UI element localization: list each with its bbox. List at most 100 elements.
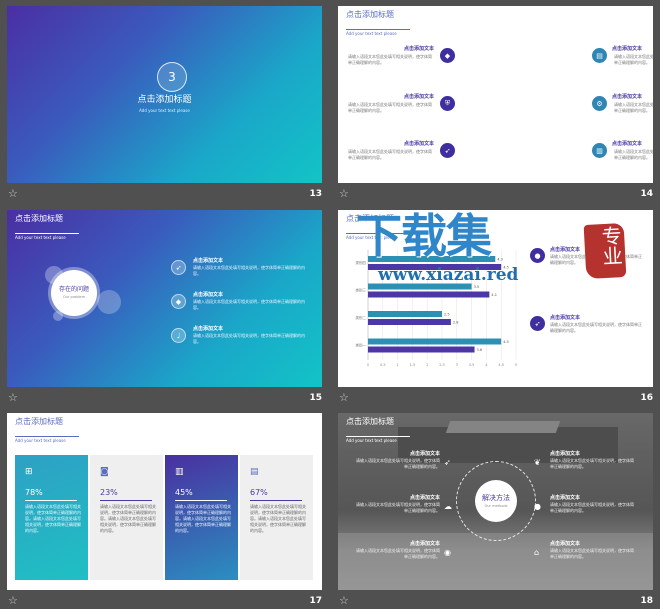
slide-number: 18 — [640, 596, 653, 606]
data-label: 4.5 — [503, 340, 509, 344]
slide-transition-icon[interactable]: ☆ — [8, 594, 18, 608]
method-title: 点击添加文本 — [550, 451, 581, 457]
x-tick-label: 3.5 — [469, 363, 475, 367]
method-item[interactable]: 点击添加文本 请输入语段文本您此处填写相关说明，使字体简单正确理解的内容。 ☁ — [356, 495, 460, 521]
feature-block[interactable]: 点击添加文本 请输入语段文本您此处填写相关说明，使字体简单正确理解的内容。 ◆ — [346, 46, 486, 76]
category-label: 类别一 — [356, 342, 367, 347]
item-title: 点击添加文本 — [193, 292, 224, 298]
stat-card[interactable]: ▤ 67% 请输入语段文本您此处填写相关说明，使字体简单正确理解的内容。请输入语段文… — [240, 455, 313, 580]
center-subtitle: Our methods — [484, 504, 508, 508]
stat-text: 请输入语段文本您此处填写相关说明，使字体简单正确理解的内容。请输入语段文本您此处… — [250, 504, 306, 533]
bar — [368, 319, 451, 325]
slide-title: 点击添加标题 — [137, 95, 192, 105]
feature-title: 点击添加文本 — [612, 94, 643, 100]
header-title: 点击添加标题 — [346, 417, 394, 426]
stat-card[interactable]: ▥ 45% 请输入语段文本您此处填写相关说明，使字体简单正确理解的内容。请输入语段文… — [165, 455, 238, 580]
x-tick-label: 1.5 — [410, 363, 416, 367]
feature-block[interactable]: 点击添加文本 请输入语段文本您此处填写相关说明，使字体简单正确理解的内容。 ➶ — [346, 141, 486, 171]
slide-transition-icon[interactable]: ☆ — [339, 187, 349, 201]
divider — [250, 500, 302, 501]
feature-block[interactable]: 点击添加文本请输入语段文本您此处填写相关说明，使字体简单正确理解的内容。 ▥ — [502, 141, 653, 171]
slide-transition-icon[interactable]: ☆ — [8, 391, 18, 405]
slide-14[interactable]: 点击添加标题 Add your text text please 点击添加文本请… — [338, 6, 653, 183]
slide-17[interactable]: 点击添加标题 Add your text text please ⊞ 78% 请输入… — [7, 413, 322, 590]
note-title: 点击添加文本 — [550, 315, 581, 321]
method-title: 点击添加文本 — [409, 541, 440, 547]
header-subtitle: Add your text text please — [346, 29, 410, 37]
watermark-url: www.xiazai.red — [378, 265, 519, 285]
item-text: 请输入语段文本您此处填写相关说明，使字体简单正确理解的内容。 — [193, 265, 305, 276]
method-item[interactable]: 点击添加文本 请输入语段文本您此处填写相关说明，使字体简单正确理解的内容。 ◉ — [356, 541, 460, 567]
stat-text: 请输入语段文本您此处填写相关说明，使字体简单正确理解的内容。请输入语段文本您此处… — [100, 504, 156, 533]
tag-icon: ◆ — [171, 294, 186, 309]
stat-text: 请输入语段文本您此处填写相关说明，使字体简单正确理解的内容。请输入语段文本您此处… — [25, 504, 81, 533]
document-icon: ▤ — [250, 467, 259, 477]
method-text: 请输入语段文本您此处填写相关说明，使字体简单正确理解的内容。 — [550, 458, 634, 469]
divider — [175, 500, 227, 501]
method-text: 请输入语段文本您此处填写相关说明，使字体简单正确理解的内容。 — [550, 502, 634, 513]
header-title: 点击添加标题 — [15, 214, 63, 223]
note-title: 点击添加文本 — [550, 247, 581, 253]
feature-block[interactable]: 点击添加文本请输入语段文本您此处填写相关说明，使字体简单正确理解的内容。 ⚙ — [502, 94, 653, 124]
category-label: 类别三 — [356, 287, 367, 292]
problem-item[interactable]: ♩ 点击添加文本 请输入语段文本您此处填写相关说明，使字体简单正确理解的内容。 — [171, 324, 311, 354]
method-item[interactable]: 点击添加文本 请输入语段文本您此处填写相关说明，使字体简单正确理解的内容。 ➶ — [356, 451, 460, 477]
category-label: 类别二 — [356, 315, 367, 320]
slide-number: 17 — [309, 596, 322, 606]
feature-title: 点击添加文本 — [612, 141, 643, 147]
feature-title: 点击添加文本 — [403, 94, 434, 100]
problem-circle: 存在的问题 Our problem — [51, 270, 97, 316]
header-title: 点击添加标题 — [15, 417, 63, 426]
stat-percent: 45% — [175, 488, 193, 497]
circle-subtitle: Our problem — [62, 295, 85, 299]
bar-chart-icon: ▥ — [175, 467, 184, 477]
slide-16[interactable]: 点击添加标题 Add your text text please 0 0.5 1 1.… — [338, 210, 653, 387]
section-number: 3 — [157, 62, 187, 92]
x-tick-label: 2.5 — [439, 363, 445, 367]
stat-text: 请输入语段文本您此处填写相关说明，使字体简单正确理解的内容。请输入语段文本您此处… — [175, 504, 231, 533]
divider — [100, 500, 152, 501]
slide-transition-icon[interactable]: ☆ — [339, 391, 349, 405]
feature-text: 请输入语段文本您此处填写相关说明，使字体简单正确理解的内容。 — [614, 149, 653, 160]
slide-header: 点击添加标题 Add your text text please — [346, 417, 410, 446]
method-center: 解决方法 Our methods — [475, 480, 517, 522]
method-item[interactable]: 点击添加文本 请输入语段文本您此处填写相关说明，使字体简单正确理解的内容。 ● — [534, 495, 638, 521]
camera-icon: ◙ — [100, 467, 109, 477]
watermark-text: 下载集 — [356, 210, 492, 263]
chart-note[interactable]: ➶ 点击添加文本 请输入语段文本您此处填写相关说明，使字体简单正确理解的内容。 — [530, 314, 650, 342]
problem-item[interactable]: ➶ 点击添加文本 请输入语段文本您此处填写相关说明，使字体简单正确理解的内容。 — [171, 256, 311, 286]
problem-item[interactable]: ◆ 点击添加文本 请输入语段文本您此处填写相关说明，使字体简单正确理解的内容。 — [171, 290, 311, 320]
slide-subtitle: Add your text text please — [139, 108, 190, 113]
data-label: 4.3 — [497, 258, 503, 262]
leaf-icon: ❦ — [534, 458, 541, 467]
method-title: 点击添加文本 — [550, 541, 581, 547]
circle-title: 存在的问题 — [58, 286, 89, 293]
header-subtitle: Add your text text please — [346, 436, 410, 444]
slide-13[interactable]: 3 点击添加标题 Add your text text please — [7, 6, 322, 183]
slide-18[interactable]: 点击添加标题 Add your text text please 解决方法 Ou… — [338, 413, 653, 590]
slide-15[interactable]: 点击添加标题 Add your text text please 存在的问题 O… — [7, 210, 322, 387]
x-tick-label: 4.5 — [498, 363, 504, 367]
stat-percent: 23% — [100, 488, 118, 497]
stat-card[interactable]: ◙ 23% 请输入语段文本您此处填写相关说明，使字体简单正确理解的内容。请输入语段文… — [90, 455, 163, 580]
feature-text: 请输入语段文本您此处填写相关说明，使字体简单正确理解的内容。 — [348, 149, 432, 160]
eye-icon: ◉ — [444, 548, 451, 557]
slide-transition-icon[interactable]: ☆ — [339, 594, 349, 608]
x-tick-label: 4 — [485, 363, 488, 367]
method-title: 点击添加文本 — [409, 495, 440, 501]
rocket-icon: ➶ — [444, 458, 451, 467]
method-item[interactable]: 点击添加文本 请输入语段文本您此处填写相关说明，使字体简单正确理解的内容。 ❦ — [534, 451, 638, 477]
method-item[interactable]: 点击添加文本 请输入语段文本您此处填写相关说明，使字体简单正确理解的内容。 ⌂ — [534, 541, 638, 567]
watermark-seal-text: 专业 — [597, 225, 624, 267]
x-tick-label: 3 — [456, 363, 458, 367]
center-title: 解决方法 — [482, 494, 510, 502]
stat-card[interactable]: ⊞ 78% 请输入语段文本您此处填写相关说明，使字体简单正确理解的内容。请输入语段文… — [15, 455, 88, 580]
feature-block[interactable]: 点击添加文本 请输入语段文本您此处填写相关说明，使字体简单正确理解的内容。 ⛨ — [346, 94, 486, 124]
item-title: 点击添加文本 — [193, 326, 224, 332]
feature-title: 点击添加文本 — [403, 141, 434, 147]
slide-transition-icon[interactable]: ☆ — [8, 187, 18, 201]
bar — [368, 291, 490, 298]
bar — [368, 338, 502, 345]
item-text: 请输入语段文本您此处填写相关说明，使字体简单正确理解的内容。 — [193, 333, 305, 344]
feature-block[interactable]: 点击添加文本请输入语段文本您此处填写相关说明，使字体简单正确理解的内容。 ▤ — [502, 46, 653, 76]
